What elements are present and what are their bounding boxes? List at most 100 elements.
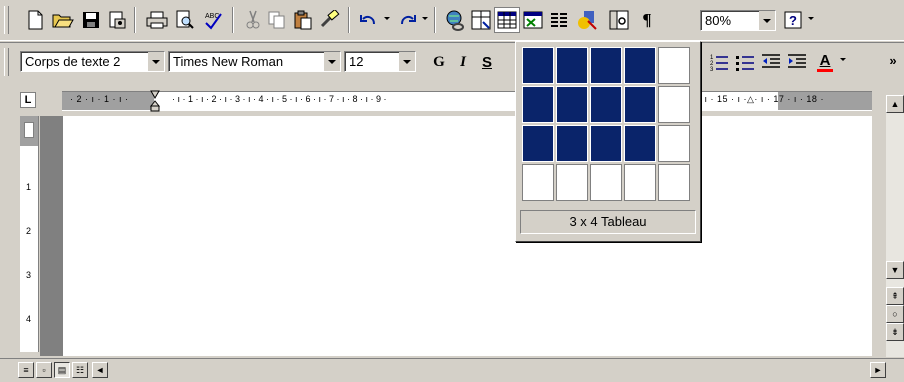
web-layout-view-button[interactable]: ▫ (36, 362, 52, 378)
help-button[interactable]: ? (780, 7, 806, 33)
table-grid-cell[interactable] (624, 164, 656, 201)
style-select[interactable]: Corps de texte 2 (20, 51, 165, 72)
vertical-ruler[interactable]: 1 2 3 4 (20, 116, 39, 352)
vertical-scrollbar[interactable]: ▲ ▼ ⇞ ○ ⇟ (886, 95, 904, 357)
print-layout-view-button[interactable]: ▤ (54, 362, 70, 378)
insert-excel-button[interactable] (520, 7, 546, 33)
scroll-down-button[interactable]: ▼ (886, 261, 904, 279)
table-grid-cell[interactable] (522, 125, 554, 162)
next-page-button[interactable]: ⇟ (886, 323, 904, 341)
scroll-up-button[interactable]: ▲ (886, 95, 904, 113)
tables-borders-button[interactable] (468, 7, 494, 33)
bold-button[interactable]: G (426, 49, 452, 75)
permission-button[interactable] (104, 7, 130, 33)
undo-button[interactable] (356, 7, 382, 33)
normal-view-button[interactable]: ≡ (18, 362, 34, 378)
table-grid-cell[interactable] (658, 164, 690, 201)
italic-button[interactable]: I (450, 49, 476, 75)
zoom-select[interactable]: 80% (700, 10, 776, 31)
chevron-down-icon[interactable] (759, 11, 775, 30)
chevron-down-icon[interactable] (148, 52, 164, 71)
numbered-list-icon: 123 (710, 55, 728, 71)
select-browse-object-button[interactable]: ○ (886, 305, 904, 323)
scroll-right-button[interactable]: ► (870, 362, 886, 378)
previous-page-button[interactable]: ⇞ (886, 287, 904, 305)
separator (434, 7, 436, 33)
help-dropdown-arrow[interactable] (808, 17, 814, 20)
increase-indent-button[interactable] (784, 49, 810, 75)
font-color-button[interactable]: A (812, 49, 838, 75)
show-hide-button[interactable]: ¶ (634, 7, 660, 33)
vruler-mark-2: 2 (26, 226, 32, 236)
normal-view-icon: ≡ (23, 365, 29, 375)
open-button[interactable] (50, 7, 76, 33)
table-grid-cell[interactable] (556, 47, 588, 84)
redo-button[interactable] (394, 7, 420, 33)
table-grid-cell[interactable] (624, 86, 656, 123)
chevron-right-icon: ► (873, 365, 883, 375)
table-grid-cell[interactable] (556, 164, 588, 201)
horizontal-scrollbar[interactable]: ≡ ▫ ▤ ☷ ◄ ► (0, 358, 904, 382)
table-grid-cell[interactable] (590, 125, 622, 162)
table-grid-cell[interactable] (624, 47, 656, 84)
cut-button[interactable] (240, 7, 266, 33)
table-grid-cell[interactable] (658, 86, 690, 123)
double-up-icon: ⇞ (891, 290, 899, 301)
font-color-swatch (817, 68, 833, 72)
font-size-select[interactable]: 12 (344, 51, 416, 72)
copy-button[interactable] (264, 7, 290, 33)
table-grid-cell[interactable] (522, 47, 554, 84)
underline-button[interactable]: S (474, 49, 500, 75)
decrease-indent-button[interactable] (758, 49, 784, 75)
indent-marker-icon[interactable] (150, 90, 160, 112)
document-map-button[interactable] (606, 7, 632, 33)
table-grid-cell[interactable] (522, 164, 554, 201)
hyperlink-globe-icon (446, 10, 464, 31)
document-page[interactable] (63, 116, 872, 356)
top-margin-marker[interactable] (24, 122, 34, 138)
numbering-button[interactable]: 123 (706, 49, 732, 75)
table-grid-cell[interactable] (590, 164, 622, 201)
new-document-button[interactable] (22, 7, 48, 33)
table-grid-cell[interactable] (624, 125, 656, 162)
print-button[interactable] (144, 7, 170, 33)
scroll-left-button[interactable]: ◄ (92, 362, 108, 378)
hyperlink-button[interactable] (442, 7, 468, 33)
font-color-dropdown-arrow[interactable] (840, 58, 846, 61)
ruler-area: L · 2 · ı · 1 · ı · · ı · 1 · ı · 2 · ı … (0, 84, 904, 114)
table-grid-cell[interactable] (658, 47, 690, 84)
vruler-mark-1: 1 (26, 182, 32, 192)
bullets-button[interactable] (732, 49, 758, 75)
horizontal-ruler[interactable]: · 2 · ı · 1 · ı · · ı · 1 · ı · 2 · ı · … (62, 90, 872, 112)
font-select[interactable]: Times New Roman (168, 51, 341, 72)
save-icon (83, 12, 99, 28)
redo-dropdown-arrow[interactable] (422, 17, 428, 20)
undo-dropdown-arrow[interactable] (384, 17, 390, 20)
document-map-icon (609, 10, 629, 30)
chevron-down-icon[interactable] (399, 52, 415, 71)
toolbar-grip[interactable] (4, 48, 9, 76)
new-document-icon (28, 10, 43, 30)
drawing-button[interactable] (574, 7, 600, 33)
format-painter-button[interactable] (316, 7, 342, 33)
chevron-down-icon[interactable] (324, 52, 340, 71)
insert-table-button[interactable] (494, 7, 520, 33)
table-grid-cell[interactable] (590, 47, 622, 84)
toolbar-overflow-button[interactable]: » (880, 47, 904, 73)
chevron-down-icon: ▼ (890, 265, 900, 275)
font-size-value: 12 (349, 54, 364, 69)
table-grid-cell[interactable] (590, 86, 622, 123)
toolbar-grip[interactable] (4, 6, 9, 34)
table-grid-cell[interactable] (658, 125, 690, 162)
spelling-button[interactable]: ABC (200, 7, 226, 33)
tab-selector[interactable]: L (20, 92, 36, 108)
columns-button[interactable] (546, 7, 572, 33)
save-button[interactable] (78, 7, 104, 33)
table-grid-cell[interactable] (556, 125, 588, 162)
paste-button[interactable] (290, 7, 316, 33)
increase-indent-icon (788, 54, 806, 68)
print-preview-button[interactable] (172, 7, 198, 33)
table-grid-cell[interactable] (522, 86, 554, 123)
table-grid-cell[interactable] (556, 86, 588, 123)
outline-view-button[interactable]: ☷ (72, 362, 88, 378)
